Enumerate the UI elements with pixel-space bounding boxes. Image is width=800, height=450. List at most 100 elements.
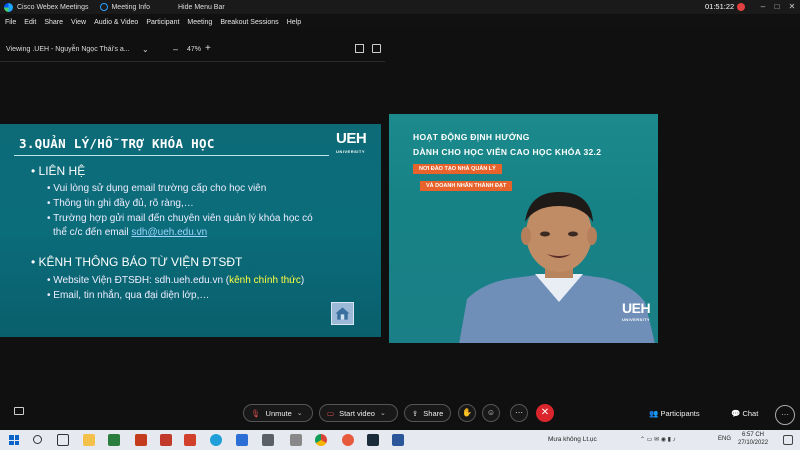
share-label: Share [423, 408, 444, 418]
menu-participant[interactable]: Participant [146, 19, 179, 26]
task-view-icon[interactable] [57, 434, 69, 446]
menu-edit[interactable]: Edit [24, 19, 36, 26]
unmute-button[interactable]: 🎙 Unmute ⌄ [243, 404, 313, 422]
share-view-toolbar: Viewing .UEH - Nguyễn Ngọc Thái's a... ⌄… [0, 40, 800, 60]
word-icon[interactable] [392, 434, 404, 446]
file-explorer-icon[interactable] [83, 434, 95, 446]
windows-taskbar: Mưa không Lt.ục ⌃ ▭ ✉ ◉ ▮ ♪ ENG 6:57 CH 2… [0, 430, 800, 450]
video-ueh-logo: UEH UNIVERSITY [622, 301, 651, 326]
meeting-info-icon[interactable] [100, 3, 109, 11]
bullet-item-cont: thể c/c đến email sdh@ueh.edu.vn [53, 227, 207, 238]
menu-view[interactable]: View [71, 19, 86, 26]
search-icon[interactable] [33, 435, 42, 444]
share-icon: ⇪ [412, 408, 419, 418]
close-button[interactable]: ✕ [785, 0, 799, 14]
end-meeting-button[interactable]: ✕ [536, 404, 554, 422]
viewing-options-chevron-icon[interactable]: ⌄ [142, 45, 149, 54]
menu-help[interactable]: Help [287, 19, 301, 26]
edge-icon[interactable] [210, 434, 222, 446]
chevron-down-icon[interactable]: ⌄ [380, 409, 386, 417]
annotate-icon[interactable] [355, 44, 364, 53]
app-title: Cisco Webex Meetings [17, 3, 89, 11]
hide-menu-bar-button[interactable]: Hide Menu Bar [178, 4, 225, 11]
bullet-item: • Website Viện ĐTSĐH: sdh.ueh.edu.vn (kê… [47, 275, 305, 286]
notification-icon[interactable] [783, 435, 793, 445]
bullet-text: Thông tin ghi đầy đủ, rõ ràng,… [53, 198, 194, 209]
bullet-text: Trường hợp gửi mail đến chuyên viên quản… [53, 213, 313, 224]
chat-button[interactable]: 💬 Chat [731, 409, 758, 418]
menu-bar: File Edit Share View Audio & Video Parti… [0, 15, 800, 29]
app-icon[interactable] [160, 434, 172, 446]
unmute-label: Unmute [265, 408, 292, 418]
chevron-down-icon[interactable]: ⌄ [297, 409, 303, 417]
bullet-item: • Vui lòng sử dụng email trường cấp cho … [47, 183, 267, 194]
video-banner-subtitle: DÀNH CHO HỌC VIÊN CAO HỌC KHÓA 32.2 [413, 147, 602, 157]
section-contact: • LIÊN HỆ [31, 164, 86, 178]
section-channels: • KÊNH THÔNG BÁO TỪ VIỆN ĐTSĐT [31, 255, 243, 269]
webex-window: Cisco Webex Meetings Meeting Info Hide M… [0, 0, 800, 430]
section-channels-label: KÊNH THÔNG BÁO TỪ VIỆN ĐTSĐT [38, 255, 243, 269]
webex-logo-icon [4, 2, 13, 12]
bullet-text: Vui lòng sử dụng email trường cấp cho họ… [53, 183, 267, 194]
menu-file[interactable]: File [5, 19, 16, 26]
raise-hand-icon[interactable]: ✋ [458, 404, 476, 422]
webex-taskbar-icon[interactable] [367, 434, 379, 446]
menu-share[interactable]: Share [44, 19, 63, 26]
meeting-info-button[interactable]: Meeting Info [111, 4, 150, 11]
zoom-in-button[interactable]: + [205, 43, 211, 54]
share-button[interactable]: ⇪ Share [404, 404, 451, 422]
panel-more-button[interactable]: ··· [775, 405, 795, 425]
windows-start-icon[interactable] [9, 435, 19, 445]
excel-icon[interactable] [108, 434, 120, 446]
chat-label: Chat [742, 409, 759, 418]
video-off-icon: ▭ [327, 408, 335, 418]
meeting-clock: 01:51:22 [705, 2, 735, 11]
chrome-icon[interactable] [315, 434, 327, 446]
todo-icon[interactable] [236, 434, 248, 446]
video-ueh-logo-sub: UNIVERSITY [622, 317, 651, 322]
meeting-controls: 🎙 Unmute ⌄ ▭ Start video ⌄ ⇪ Share ✋ ☺ ⋯… [0, 396, 800, 430]
powerpoint-icon[interactable] [135, 434, 147, 446]
maximize-button[interactable]: □ [770, 0, 784, 14]
bullet-item: • Thông tin ghi đầy đủ, rõ ràng,… [47, 198, 194, 209]
email-link[interactable]: sdh@ueh.edu.vn [131, 227, 207, 238]
participants-button[interactable]: 👥 Participants [649, 409, 700, 418]
menu-breakout-sessions[interactable]: Breakout Sessions [220, 19, 278, 26]
app-icon[interactable] [290, 434, 302, 446]
weather-widget[interactable]: Mưa không Lt.ục [548, 436, 597, 443]
captions-icon[interactable] [14, 407, 24, 415]
slide-title-rule [14, 155, 329, 156]
minimize-button[interactable]: – [756, 0, 770, 14]
home-icon[interactable] [331, 302, 354, 325]
section-contact-label: LIÊN HỆ [38, 164, 86, 178]
app-icon[interactable] [262, 434, 274, 446]
muted-mic-icon: 🎙 [251, 408, 261, 418]
zoom-level[interactable]: 47% [187, 46, 201, 53]
system-tray-icons[interactable]: ⌃ ▭ ✉ ◉ ▮ ♪ [640, 436, 676, 443]
taskbar-date: 27/10/2022 [738, 440, 769, 446]
bullet-item: • Trường hợp gửi mail đến chuyên viên qu… [47, 213, 313, 224]
recording-indicator-icon [737, 3, 745, 11]
more-options-button[interactable]: ⋯ [510, 404, 528, 422]
menu-meeting[interactable]: Meeting [187, 19, 212, 26]
video-banner-tag: NƠI ĐÀO TẠO NHÀ QUẢN LÝ [413, 164, 502, 174]
video-banner-title: HOẠT ĐỘNG ĐỊNH HƯỚNG [413, 132, 530, 142]
app-icon[interactable] [342, 434, 354, 446]
taskbar-time: 6:57 CH [742, 432, 765, 438]
menu-audio-video[interactable]: Audio & Video [94, 19, 138, 26]
taskbar-clock[interactable]: 6:57 CH 27/10/2022 [738, 431, 768, 447]
zoom-out-button[interactable]: – [173, 44, 178, 54]
input-language[interactable]: ENG [718, 436, 731, 442]
participants-label: Participants [660, 409, 700, 418]
ueh-logo: UEH UNIVERSITY [336, 131, 367, 158]
title-bar: Cisco Webex Meetings Meeting Info Hide M… [0, 0, 800, 14]
start-video-label: Start video [339, 408, 375, 418]
pop-out-share-icon[interactable] [372, 44, 381, 53]
bullet-item: • Email, tin nhắn, qua đại diện lớp,… [47, 290, 210, 301]
reactions-icon[interactable]: ☺ [482, 404, 500, 422]
start-video-button[interactable]: ▭ Start video ⌄ [319, 404, 398, 422]
app-icon[interactable] [184, 434, 196, 446]
bullet-text-end: ) [300, 275, 305, 286]
video-tile[interactable]: HOẠT ĐỘNG ĐỊNH HƯỚNG DÀNH CHO HỌC VIÊN C… [389, 114, 658, 343]
slide-title: 3.QUẢN LÝ/HỖ TRỢ KHÓA HỌC [19, 136, 215, 151]
